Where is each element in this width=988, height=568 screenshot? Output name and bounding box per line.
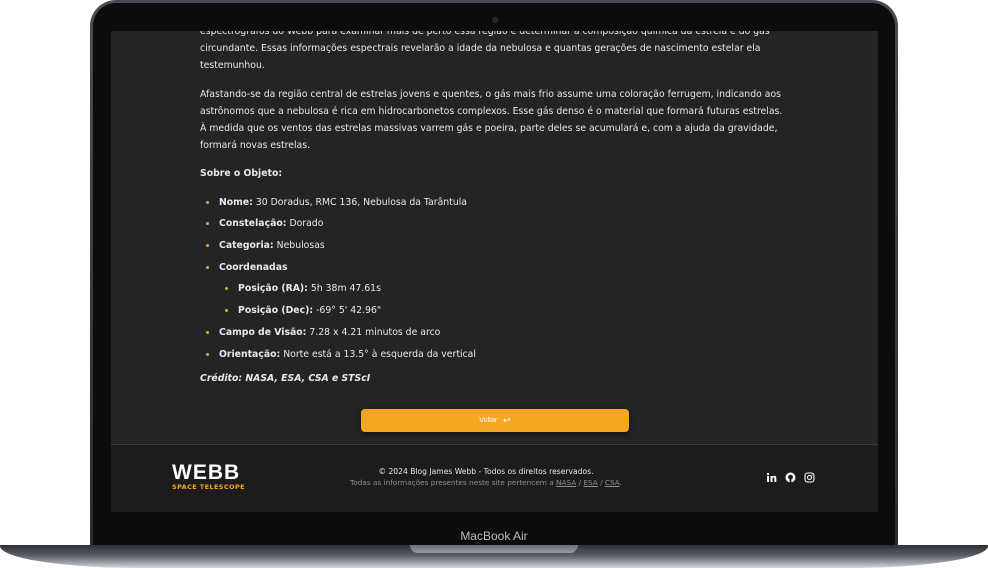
fact-label: Coordenadas xyxy=(219,262,288,274)
article-paragraph: espectrógrafos do Webb para examinar mai… xyxy=(200,31,770,72)
laptop-hinge-notch xyxy=(410,545,578,553)
fact-value: Nebulosas xyxy=(276,240,325,252)
fact-label: Constelação: xyxy=(219,218,287,230)
fact-label: Posição (RA): xyxy=(238,283,308,295)
coordinates-list: Posição (RA): 5h 38m 47.61s Posição (Dec… xyxy=(225,280,785,319)
copyright-text: © 2024 Blog James Webb - Todos os direit… xyxy=(378,467,594,476)
fact-constellation: Constelação: Dorado xyxy=(206,215,785,232)
back-button-label: Voltar xyxy=(479,417,498,424)
linkedin-icon[interactable] xyxy=(766,472,777,483)
fact-label: Categoria: xyxy=(219,240,274,252)
article-paragraph: Afastando-se da região central de estrel… xyxy=(200,88,783,152)
fact-label: Posição (Dec): xyxy=(238,305,314,317)
fact-value: Dorado xyxy=(289,218,324,230)
browser-viewport[interactable]: espectrógrafos do Webb para examinar mai… xyxy=(111,31,878,512)
webb-logo[interactable]: WEBB SPACE TELESCOPE xyxy=(172,461,245,491)
link-separator: / xyxy=(600,478,603,487)
return-arrow-icon: ↩ xyxy=(503,415,511,425)
fact-label: Orientação: xyxy=(219,348,281,360)
nasa-link[interactable]: NASA xyxy=(556,478,576,487)
fact-label: Nome: xyxy=(219,196,253,208)
fact-value: Norte está a 13.5° à esquerda da vertica… xyxy=(283,348,476,360)
image-credit: Crédito: NASA, ESA, CSA e STScI xyxy=(200,372,371,384)
ownership-prefix: Todas as informações presentes neste sit… xyxy=(350,478,554,487)
camera-icon xyxy=(492,17,498,23)
logo-sub-text: SPACE TELESCOPE xyxy=(172,483,245,491)
csa-link[interactable]: CSA xyxy=(605,478,620,487)
fact-value: 5h 38m 47.61s xyxy=(310,283,381,295)
fact-value: 30 Doradus, RMC 136, Nebulosa da Tarântu… xyxy=(255,196,467,208)
fact-orientation: Orientação: Norte está a 13.5° à esquerd… xyxy=(206,346,785,363)
link-separator: / xyxy=(578,478,582,487)
fact-ra: Posição (RA): 5h 38m 47.61s xyxy=(225,280,785,297)
fact-field-of-view: Campo de Visão: 7.28 x 4.21 minutos de a… xyxy=(206,324,785,341)
fact-value: 7.28 x 4.21 minutos de arco xyxy=(309,326,441,338)
ownership-suffix: . xyxy=(619,478,622,487)
instagram-icon[interactable] xyxy=(804,472,815,483)
social-links xyxy=(766,472,815,483)
fact-coordinates: Coordenadas Posição (RA): 5h 38m 47.61s … xyxy=(206,259,785,319)
fact-category: Categoria: Nebulosas xyxy=(206,237,785,254)
fact-value: -69° 5' 42.96" xyxy=(316,305,382,317)
fact-name: Nome: 30 Doradus, RMC 136, Nebulosa da T… xyxy=(206,194,785,211)
site-footer: WEBB SPACE TELESCOPE © 2024 Blog James W… xyxy=(111,444,878,512)
fact-label: Campo de Visão: xyxy=(219,326,307,338)
facts-list: Nome: 30 Doradus, RMC 136, Nebulosa da T… xyxy=(200,194,785,363)
github-icon[interactable] xyxy=(785,472,796,483)
about-title: Sobre o Objeto: xyxy=(200,168,283,180)
device-brand-label: MacBook Air xyxy=(460,529,528,543)
esa-link[interactable]: ESA xyxy=(583,478,597,487)
article-content: espectrógrafos do Webb para examinar mai… xyxy=(200,31,785,387)
back-button[interactable]: Voltar ↩ xyxy=(361,409,629,432)
fact-dec: Posição (Dec): -69° 5' 42.96" xyxy=(225,302,785,319)
footer-text: © 2024 Blog James Webb - Todos os direit… xyxy=(321,467,651,487)
ownership-text: Todas as informações presentes neste sit… xyxy=(321,478,651,487)
logo-main-text: WEBB xyxy=(172,461,241,484)
